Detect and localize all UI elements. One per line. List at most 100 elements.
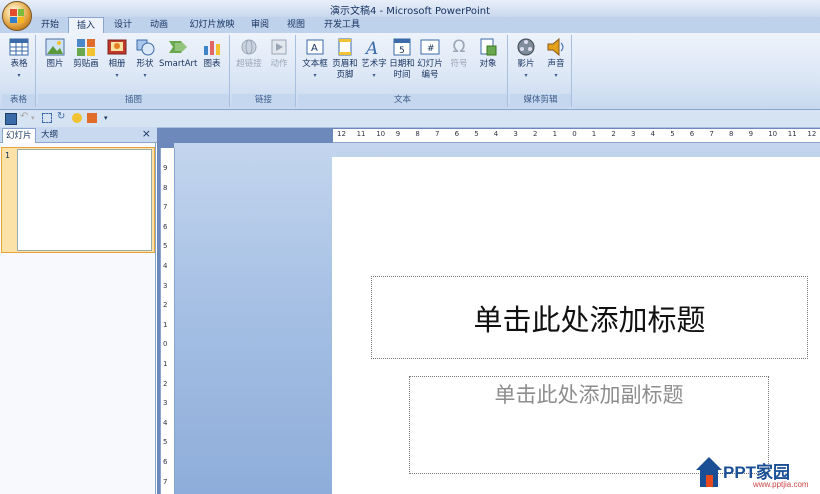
quick-access-toolbar: ↶ ▾ ↻ ▾ [0, 110, 820, 128]
ruler-tick-label: 5 [474, 130, 479, 138]
customize-toolbar-icon[interactable]: ▾ [104, 114, 114, 124]
group-media: 影片 ▾ 声音 ▾ 媒体剪辑 [510, 35, 572, 107]
slide-number: 1 [5, 151, 11, 160]
group-label-illustrations: 插图 [38, 94, 229, 107]
chart-button[interactable]: 图表 [199, 37, 225, 70]
object-label: 对象 [479, 59, 497, 69]
tab-slides[interactable]: 幻灯片 [2, 128, 36, 143]
svg-text:A: A [364, 39, 378, 57]
ruler-tick-label: 10 [376, 130, 386, 138]
ruler-tick-label: 1 [163, 320, 168, 329]
ruler-tick-label: 0 [163, 340, 168, 349]
object-button[interactable]: 对象 [475, 37, 501, 70]
tab-outline[interactable]: 大纲 [38, 128, 61, 142]
group-links: 超链接 动作 链接 [232, 35, 296, 107]
dropdown-arrow-icon: ▾ [554, 72, 558, 79]
movie-button[interactable]: 影片 ▾ [512, 37, 540, 81]
datetime-button[interactable]: 5 日期和 时间 [389, 37, 415, 81]
office-button[interactable] [2, 1, 32, 31]
ribbon-tabs: 开始 插入 设计 动画 幻灯片放映 审阅 视图 开发工具 [0, 17, 820, 33]
ruler-tick-label: 4 [163, 418, 168, 427]
table-label: 表格 [10, 59, 28, 69]
smartart-button[interactable]: SmartArt [159, 37, 197, 70]
ruler-tick-label: 12 [337, 130, 346, 138]
wordart-icon: A [363, 37, 385, 59]
ruler-tick-label: 9 [163, 164, 168, 172]
action-icon [268, 37, 290, 57]
tab-insert[interactable]: 插入 [68, 17, 104, 33]
title-bar: 演示文稿4 - Microsoft PowerPoint [0, 0, 820, 17]
tab-developer[interactable]: 开发工具 [318, 17, 366, 33]
omega-icon: Ω [452, 37, 466, 57]
close-pane-icon[interactable]: × [142, 127, 151, 140]
tab-home[interactable]: 开始 [36, 17, 64, 33]
ruler-tick-label: 1 [163, 360, 168, 368]
undo-dropdown-icon[interactable]: ▾ [31, 114, 41, 124]
print-preview-icon[interactable] [72, 113, 82, 123]
slide-number-button[interactable]: # 幻灯片 编号 [416, 37, 444, 81]
ruler-tick-label: 8 [415, 130, 420, 138]
dropdown-arrow-icon: ▾ [372, 72, 376, 79]
shapes-button[interactable]: 形状 ▾ [132, 37, 158, 81]
tab-slideshow[interactable]: 幻灯片放映 [184, 17, 240, 33]
slide-pane: 幻灯片 大纲 × 1 [0, 127, 157, 494]
window-title: 演示文稿4 - Microsoft PowerPoint [329, 6, 491, 17]
svg-text:5: 5 [399, 46, 405, 56]
tab-review[interactable]: 审阅 [246, 17, 274, 33]
sound-label: 声音 [547, 59, 565, 69]
redo-icon[interactable]: ↻ [57, 111, 67, 122]
ruler-tick-label: 5 [163, 242, 168, 251]
clipart-button[interactable]: 剪贴画 [70, 37, 102, 70]
picture-button[interactable]: 图片 [42, 37, 68, 70]
chart-icon [201, 37, 223, 57]
clipart-label: 剪贴画 [73, 59, 99, 69]
wordart-button[interactable]: A 艺术字 ▾ [360, 37, 388, 81]
textbox-button[interactable]: A 文本框 ▾ [300, 37, 330, 81]
group-tables: 表格 ▾ 表格 [2, 35, 36, 107]
slideshow-icon[interactable] [87, 113, 97, 123]
save-icon[interactable] [5, 113, 17, 125]
movie-label: 影片 [517, 59, 535, 69]
action-button[interactable]: 动作 [266, 37, 292, 70]
ruler-tick-label: 4 [493, 130, 499, 138]
film-reel-icon [515, 37, 537, 57]
svg-text:A: A [311, 43, 318, 54]
undo-icon[interactable]: ↶ [20, 111, 30, 122]
ruler-tick-label: 0 [572, 130, 577, 138]
textbox-icon: A [304, 37, 326, 57]
ruler-tick-label: 7 [709, 130, 714, 138]
smartart-label: SmartArt [159, 59, 198, 69]
ruler-tick-label: 2 [611, 130, 616, 138]
calendar-icon: 5 [391, 37, 413, 57]
ruler-tick-label: 1 [591, 130, 597, 138]
sound-button[interactable]: 声音 ▾ [542, 37, 570, 81]
slide-number-label-1: 幻灯片 [417, 59, 443, 69]
table-button[interactable]: 表格 ▾ [4, 37, 34, 81]
smartart-icon [167, 37, 189, 57]
hyperlink-button[interactable]: 超链接 [234, 37, 264, 70]
tab-view[interactable]: 视图 [282, 17, 310, 33]
ruler-tick-label: 1 [552, 130, 558, 138]
symbol-button[interactable]: Ω 符号 [446, 37, 472, 70]
ruler-tick-label: 2 [163, 379, 168, 388]
action-label: 动作 [270, 59, 288, 69]
photo-album-button[interactable]: 相册 ▾ [104, 37, 130, 81]
tab-animations[interactable]: 动画 [144, 17, 174, 33]
ruler-tick-label: 12 [807, 130, 817, 138]
ruler-tick-label: 7 [163, 477, 168, 486]
group-text: A 文本框 ▾ 页眉和 页脚 A 艺术字 ▾ 5 日期和 时间 # 幻灯片 编号… [298, 35, 508, 107]
header-footer-label-1: 页眉和 [332, 59, 358, 69]
tab-design[interactable]: 设计 [108, 17, 138, 33]
slide-thumbnail[interactable] [17, 149, 152, 251]
ruler-tick-label: 8 [163, 183, 168, 192]
group-label-tables: 表格 [2, 94, 35, 107]
slide-number-label-2: 编号 [421, 70, 439, 80]
header-footer-button[interactable]: 页眉和 页脚 [331, 37, 359, 81]
group-illustrations: 图片 剪贴画 相册 ▾ 形状 ▾ SmartArt 图表 插图 [38, 35, 230, 107]
title-placeholder[interactable]: 单击此处添加标题 [371, 276, 808, 359]
select-icon[interactable] [42, 113, 52, 123]
dropdown-arrow-icon: ▾ [143, 72, 147, 79]
slide-number-icon: # [419, 37, 441, 57]
ruler-tick-label: 11 [356, 130, 366, 138]
dropdown-arrow-icon: ▾ [17, 72, 21, 79]
